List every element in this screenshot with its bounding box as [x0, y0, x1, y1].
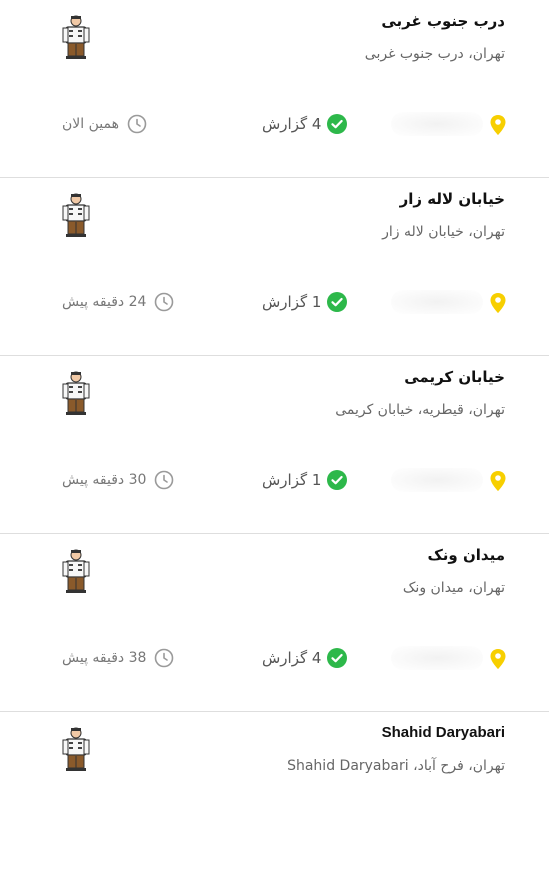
elapsed-time: همین الان [62, 114, 147, 134]
clock-icon [155, 470, 174, 490]
item-meta-row: 4 گزارش همین الان [0, 110, 549, 138]
location-address: تهران، خیابان لاله زار [382, 224, 505, 240]
list-item[interactable]: درب جنوب غربی تهران، درب جنوب غربی 4 گزا… [0, 0, 549, 178]
item-meta-row: 1 گزارش 30 دقیقه پیش [0, 466, 549, 494]
elapsed-time-label: همین الان [62, 116, 119, 132]
redacted-area [391, 112, 483, 136]
item-meta-row: 4 گزارش 38 دقیقه پیش [0, 644, 549, 672]
location-address: تهران، میدان ونک [402, 580, 505, 596]
elapsed-time-label: 38 دقیقه پیش [62, 650, 147, 666]
check-circle-icon [327, 114, 348, 134]
janitor-avatar-icon [62, 727, 90, 771]
redacted-area [391, 646, 483, 670]
janitor-avatar-icon [62, 371, 90, 415]
clock-icon [155, 648, 174, 668]
report-count: 4 گزارش [262, 114, 348, 134]
location-title: میدان ونک [427, 546, 505, 564]
location-title: خیابان لاله زار [399, 190, 505, 208]
list-item[interactable]: میدان ونک تهران، میدان ونک 4 گزارش 38 دق… [0, 534, 549, 712]
location-title: درب جنوب غربی [381, 12, 505, 30]
janitor-avatar-icon [62, 193, 90, 237]
location-pin-icon [490, 115, 506, 135]
list-item[interactable]: خیابان کریمی تهران، قیطریه، خیابان کریمی [0, 356, 549, 534]
elapsed-time-label: 24 دقیقه پیش [62, 294, 147, 310]
redacted-area [391, 290, 483, 314]
location-title: خیابان کریمی [404, 368, 505, 386]
report-count-label: 4 گزارش [262, 649, 322, 667]
janitor-avatar-icon [62, 549, 90, 593]
redacted-area [391, 468, 483, 492]
location-pin-icon [490, 649, 506, 669]
list-item[interactable]: Shahid Daryabari تهران، فرح آباد، Shahid… [0, 712, 549, 890]
location-report-list: درب جنوب غربی تهران، درب جنوب غربی 4 گزا… [0, 0, 549, 890]
location-pin-icon [490, 293, 506, 313]
report-count: 1 گزارش [262, 292, 348, 312]
janitor-avatar-icon [62, 15, 90, 59]
elapsed-time: 24 دقیقه پیش [62, 292, 174, 312]
location-address: تهران، درب جنوب غربی [364, 46, 505, 62]
check-circle-icon [327, 292, 348, 312]
elapsed-time-label: 30 دقیقه پیش [62, 472, 147, 488]
report-count-label: 4 گزارش [262, 115, 322, 133]
elapsed-time: 30 دقیقه پیش [62, 470, 174, 490]
clock-icon [155, 292, 174, 312]
list-item[interactable]: خیابان لاله زار تهران، خیابان لاله زار 1… [0, 178, 549, 356]
report-count-label: 1 گزارش [262, 293, 322, 311]
elapsed-time: 38 دقیقه پیش [62, 648, 174, 668]
location-title: Shahid Daryabari [381, 724, 505, 741]
check-circle-icon [327, 648, 348, 668]
item-meta-row: 1 گزارش 24 دقیقه پیش [0, 288, 549, 316]
location-pin-icon [490, 471, 506, 491]
report-count-label: 1 گزارش [262, 471, 322, 489]
report-count: 4 گزارش [262, 648, 348, 668]
check-circle-icon [327, 470, 348, 490]
location-address: تهران، فرح آباد، Shahid Daryabari [287, 758, 505, 774]
location-address: تهران، قیطریه، خیابان کریمی [335, 402, 505, 418]
report-count: 1 گزارش [262, 470, 348, 490]
clock-icon [127, 114, 147, 134]
